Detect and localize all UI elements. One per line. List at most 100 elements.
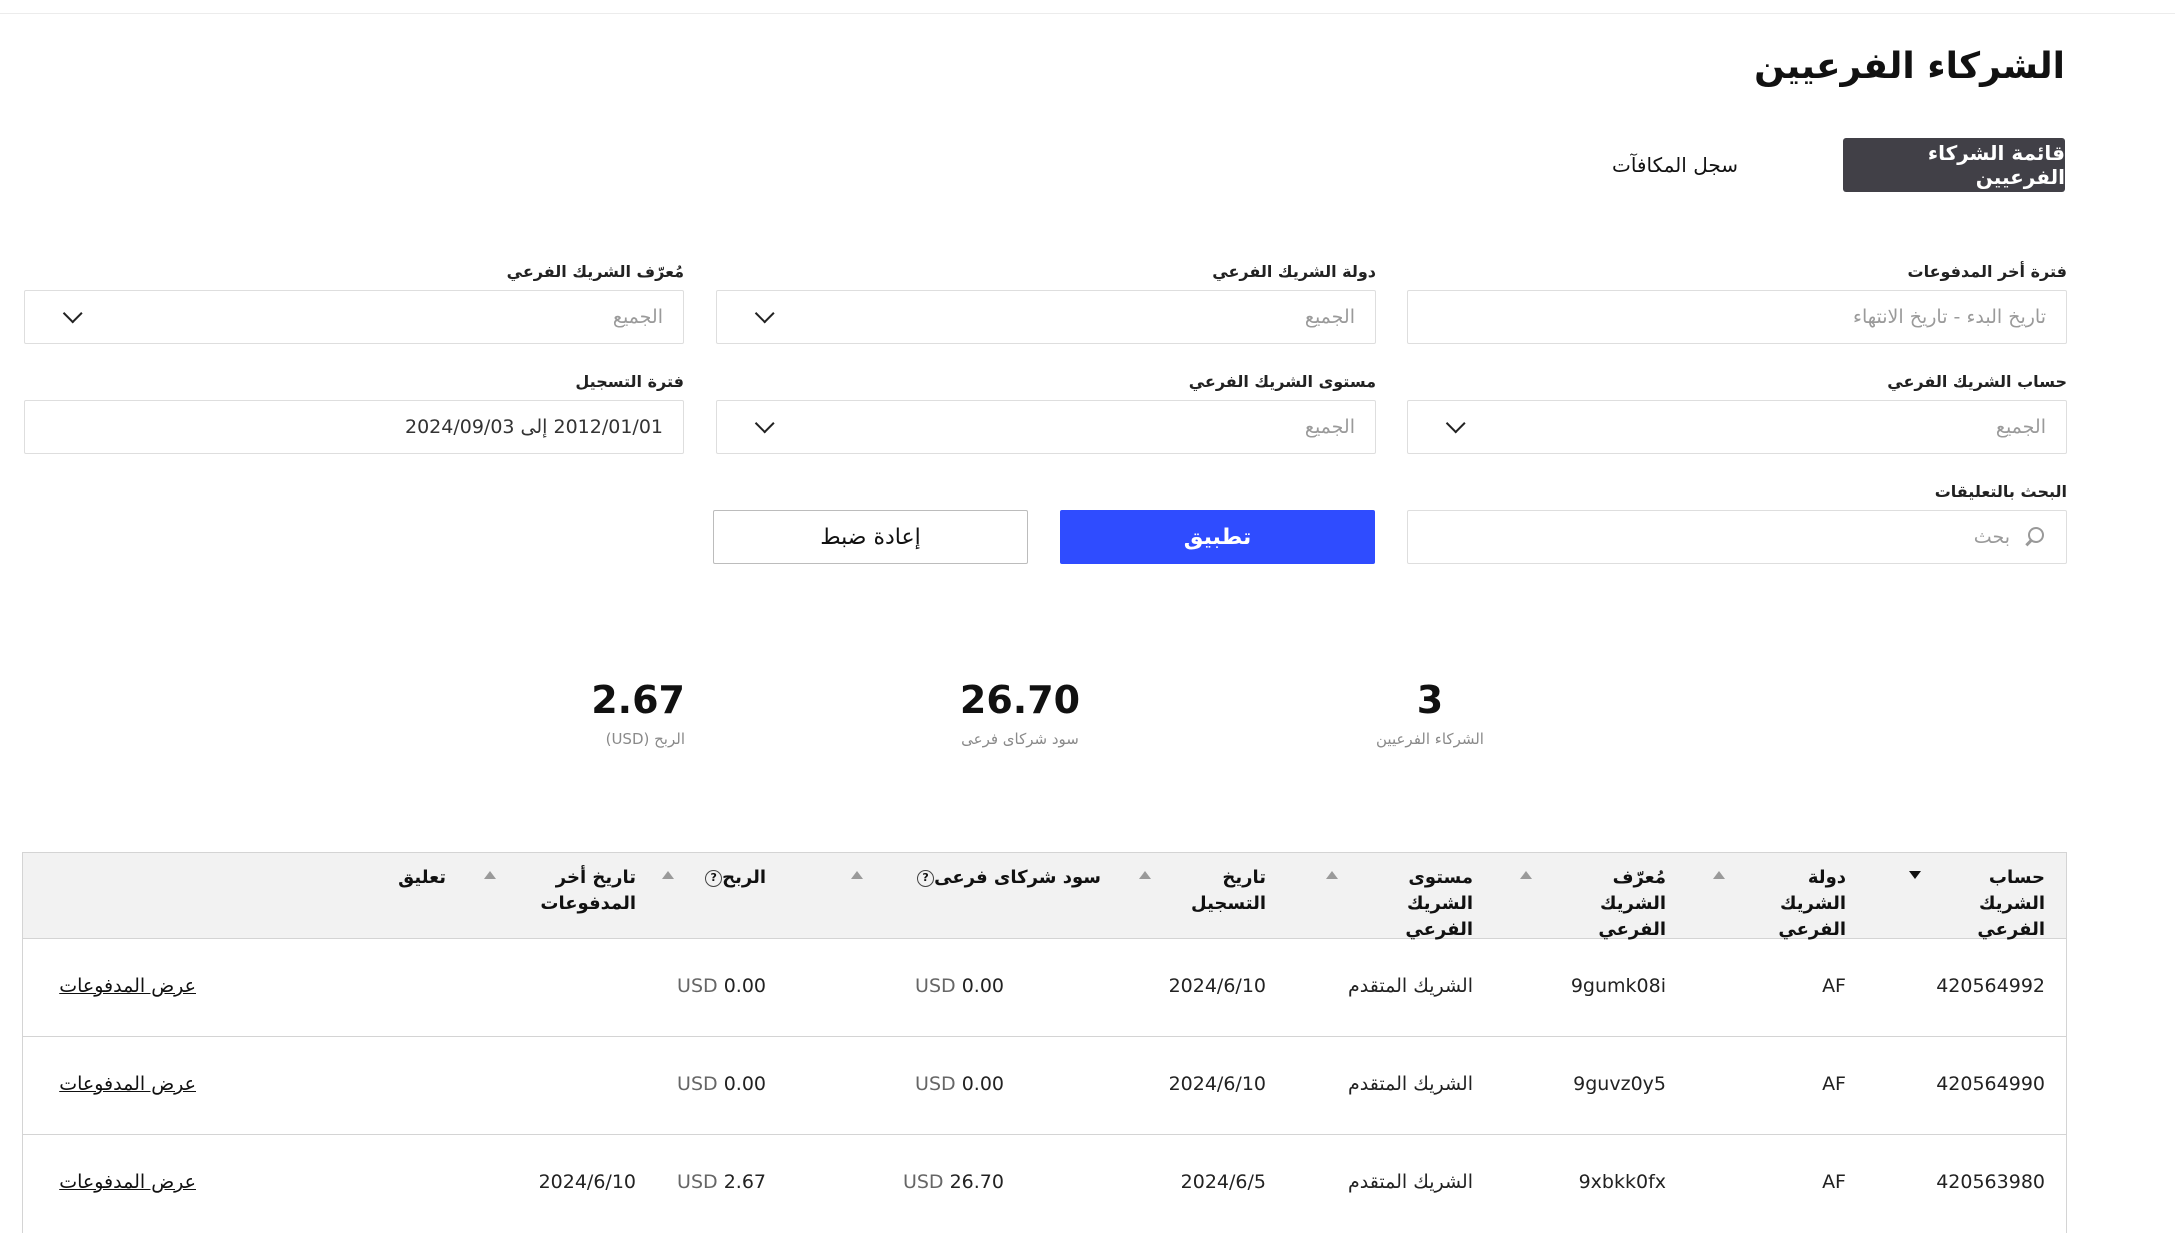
cell-country: AF (1822, 975, 1846, 997)
cell-volume: 0.00 USD (915, 1073, 1004, 1095)
volume-currency: USD (915, 975, 956, 997)
sub-id-select[interactable]: الجميع (24, 290, 684, 344)
view-payments-link[interactable]: عرض المدفوعات (59, 1073, 196, 1095)
reg-period-label: فترة التسجيل (575, 372, 684, 391)
reg-period-value: 2012/01/01 إلى 2024/09/03 (404, 416, 663, 438)
cell-reg-date: 2024/6/10 (1168, 1073, 1266, 1095)
stat-profit: 2.67 الربح (USD) (575, 678, 685, 748)
cell-profit: 0.00 USD (677, 1073, 766, 1095)
view-payments-link[interactable]: عرض المدفوعات (59, 1171, 196, 1193)
payment-period-field[interactable]: تاريخ البدء - تاريخ الانتهاء (1407, 290, 2067, 344)
chevron-down-icon (754, 413, 775, 434)
col-header-comment: تعليق (398, 867, 446, 888)
comment-search-label: البحث بالتعليقات (1934, 482, 2067, 501)
top-border (0, 0, 2175, 14)
sub-partners-table: حساب الشريك الفرعي دولة الشريك الفرعي مُ… (22, 852, 2067, 1233)
cell-sub-id: 9xbkk0fx (1578, 1171, 1666, 1193)
profit-currency: USD (677, 1073, 718, 1095)
col-header-profit[interactable]: الربح? (701, 865, 766, 891)
col-header-last-payment[interactable]: تاريخ أخر المدفوعات (511, 865, 636, 917)
reset-button[interactable]: إعادة ضبط (713, 510, 1028, 564)
cell-reg-date: 2024/6/5 (1180, 1171, 1266, 1193)
help-icon[interactable]: ? (917, 870, 935, 887)
stat-sub-partners-label: الشركاء الفرعيين (1376, 730, 1484, 748)
chevron-down-icon (62, 303, 83, 324)
view-payments-link[interactable]: عرض المدفوعات (59, 975, 196, 997)
profit-currency: USD (677, 1171, 718, 1193)
search-icon (2024, 526, 2046, 548)
country-select[interactable]: الجميع (716, 290, 1376, 344)
profit-value: 0.00 (723, 1073, 766, 1095)
sort-asc-icon[interactable] (1326, 871, 1338, 879)
sort-asc-icon[interactable] (1139, 871, 1151, 879)
page-title: الشركاء الفرعيين (1754, 46, 2065, 87)
profit-value: 2.67 (723, 1171, 766, 1193)
col-header-sub-id[interactable]: مُعرّف الشريك الفرعي (1546, 865, 1666, 943)
cell-profit: 0.00 USD (677, 975, 766, 997)
col-header-account[interactable]: حساب الشريك الفرعي (1925, 865, 2045, 943)
sort-asc-icon[interactable] (484, 871, 496, 879)
tab-rewards-log[interactable]: سجل المكافآت (1575, 138, 1775, 192)
profit-value: 0.00 (723, 975, 766, 997)
cell-reg-date: 2024/6/10 (1168, 975, 1266, 997)
table-row: 420564990 AF 9guvz0y5 الشريك المتقدم 202… (23, 1037, 2066, 1135)
account-label: حساب الشريك الفرعي (1887, 372, 2067, 391)
table-row: 420563980 AF 9xbkk0fx الشريك المتقدم 202… (23, 1135, 2066, 1233)
col-header-reg-date[interactable]: تاريخ التسجيل (1166, 865, 1266, 917)
country-value: الجميع (1304, 306, 1355, 328)
cell-last-payment: 2024/6/10 (538, 1171, 636, 1193)
volume-currency: USD (902, 1171, 944, 1193)
level-value: الجميع (1304, 416, 1355, 438)
table-row: 420564992 AF 9gumk08i الشريك المتقدم 202… (23, 939, 2066, 1037)
comment-search-input[interactable]: بحث (1407, 510, 2067, 564)
level-label: مستوى الشريك الفرعي (1188, 372, 1376, 391)
cell-level: الشريك المتقدم (1348, 1171, 1473, 1193)
volume-value: 0.00 (961, 1073, 1004, 1095)
profit-header-text: الربح (722, 867, 766, 888)
stat-profit-label: الربح (USD) (605, 730, 685, 748)
account-select[interactable]: الجميع (1407, 400, 2067, 454)
account-value: الجميع (1995, 416, 2046, 438)
cell-account: 420564992 (1936, 975, 2045, 997)
cell-profit: 2.67 USD (677, 1171, 766, 1193)
sub-id-label: مُعرّف الشريك الفرعي (506, 262, 684, 281)
stat-volume: 26.70 سود شركاى فرعى (935, 678, 1105, 748)
country-label: دولة الشريك الفرعي (1212, 262, 1376, 281)
cell-sub-id: 9guvz0y5 (1573, 1073, 1666, 1095)
volume-value: 0.00 (961, 975, 1004, 997)
sub-id-value: الجميع (612, 306, 663, 328)
stat-volume-value: 26.70 (959, 678, 1081, 722)
stat-profit-value: 2.67 (591, 678, 685, 722)
payment-period-placeholder: تاريخ البدء - تاريخ الانتهاء (1853, 306, 2046, 328)
col-header-volume[interactable]: سود شركاى فرعى? (913, 865, 1101, 891)
volume-currency: USD (915, 1073, 956, 1095)
volume-value: 26.70 (949, 1171, 1004, 1193)
sort-asc-icon[interactable] (1520, 871, 1532, 879)
stat-volume-label: سود شركاى فرعى (961, 730, 1079, 748)
volume-header-text: سود شركاى فرعى (934, 867, 1101, 888)
cell-account: 420564990 (1936, 1073, 2045, 1095)
sort-desc-icon[interactable] (1909, 871, 1921, 879)
comment-search-placeholder: بحث (1973, 526, 2010, 548)
stat-sub-partners: 3 الشركاء الفرعيين (1345, 678, 1515, 748)
table-header: حساب الشريك الفرعي دولة الشريك الفرعي مُ… (23, 853, 2066, 940)
col-header-country[interactable]: دولة الشريك الفرعي (1736, 865, 1846, 943)
col-header-level[interactable]: مستوى الشريك الفرعي (1348, 865, 1473, 943)
cell-volume: 26.70 USD (903, 1171, 1004, 1193)
profit-currency: USD (677, 975, 718, 997)
cell-country: AF (1822, 1073, 1846, 1095)
help-icon[interactable]: ? (705, 870, 723, 887)
cell-level: الشريك المتقدم (1348, 975, 1473, 997)
cell-account: 420563980 (1936, 1171, 2045, 1193)
reg-period-field[interactable]: 2012/01/01 إلى 2024/09/03 (24, 400, 684, 454)
apply-button[interactable]: تطبيق (1060, 510, 1375, 564)
tab-sub-partners-list[interactable]: قائمة الشركاء الفرعيين (1843, 138, 2065, 192)
level-select[interactable]: الجميع (716, 400, 1376, 454)
sort-asc-icon[interactable] (851, 871, 863, 879)
sort-asc-icon[interactable] (662, 871, 674, 879)
sort-asc-icon[interactable] (1713, 871, 1725, 879)
cell-volume: 0.00 USD (915, 975, 1004, 997)
stat-sub-partners-value: 3 (1416, 678, 1444, 722)
cell-level: الشريك المتقدم (1348, 1073, 1473, 1095)
cell-country: AF (1822, 1171, 1846, 1193)
